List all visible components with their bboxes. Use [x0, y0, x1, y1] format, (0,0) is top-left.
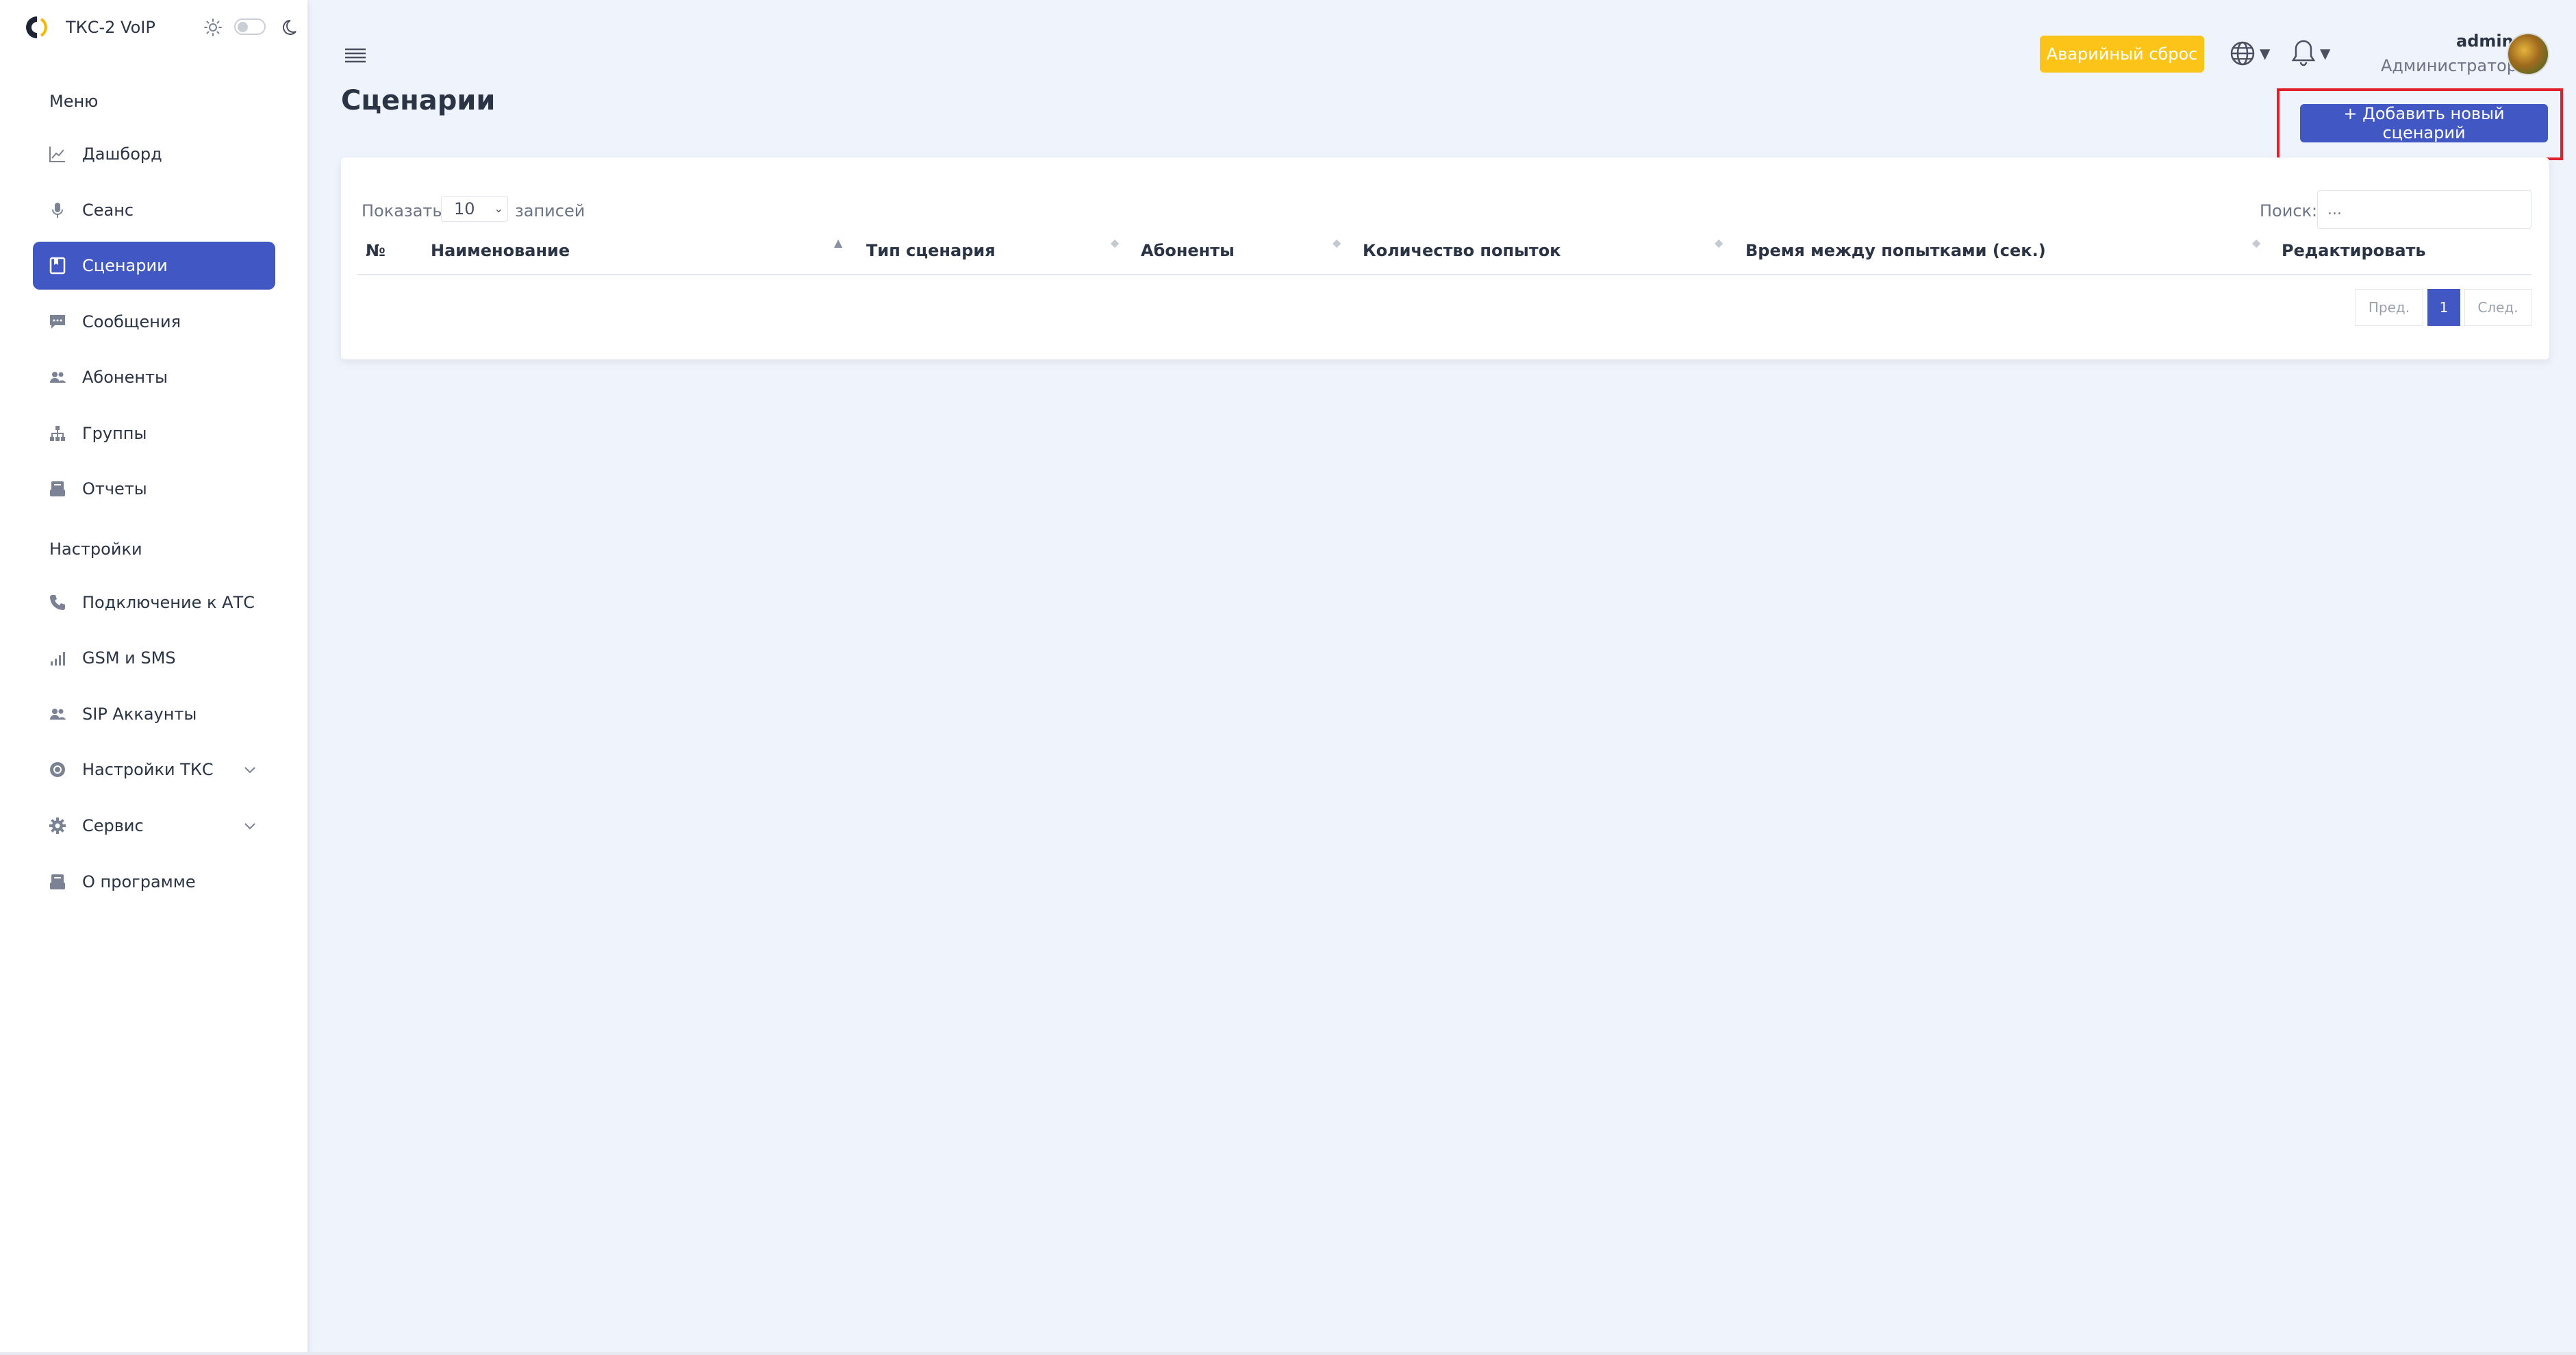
user-role: Администратор — [2381, 56, 2518, 75]
sort-icon[interactable]: ▲ — [834, 238, 842, 249]
page-bottom-border — [0, 1352, 2576, 1355]
show-entries-label: Показать — [362, 201, 442, 220]
sidebar-item-service[interactable]: Сервис — [33, 802, 275, 850]
column-header-scenario-type[interactable]: Тип сценария — [866, 241, 996, 260]
sort-icon[interactable]: ◆ — [1111, 238, 1119, 249]
sidebar-item-session[interactable]: Сеанс — [33, 186, 275, 234]
sidebar-item-label: Сообщения — [82, 312, 181, 331]
user-name[interactable]: admin — [2456, 31, 2514, 51]
sidebar-item-groups[interactable]: Группы — [33, 409, 275, 457]
sidebar-item-label: Группы — [82, 424, 147, 443]
sidebar-item-label: Сценарии — [82, 256, 168, 275]
message-icon — [48, 312, 67, 331]
sidebar-item-label: Абоненты — [82, 368, 168, 387]
gear-icon — [48, 816, 67, 835]
hamburger-menu-icon[interactable] — [344, 45, 367, 66]
scenarios-table-card: Показать 10 ⌄ записей Поиск: № Наименова… — [341, 157, 2549, 359]
phone-icon — [48, 593, 67, 612]
pagination-next-button[interactable]: След. — [2464, 289, 2531, 326]
column-header-attempts[interactable]: Количество попыток — [1363, 241, 1561, 260]
sidebar-item-tks-settings[interactable]: Настройки ТКС — [33, 746, 275, 794]
sidebar-item-label: Настройки ТКС — [82, 760, 214, 779]
language-caret-icon[interactable]: ▼ — [2260, 45, 2270, 62]
sidebar-item-pbx-connection[interactable]: Подключение к АТС — [33, 579, 275, 626]
menu-section-label: Меню — [49, 92, 99, 111]
emergency-reset-button[interactable]: Аварийный сброс — [2040, 36, 2204, 73]
search-input[interactable] — [2317, 190, 2531, 229]
sidebar-item-scenarios[interactable]: Сценарии — [33, 242, 275, 290]
column-header-edit[interactable]: Редактировать — [2282, 241, 2426, 260]
notifications-caret-icon[interactable]: ▼ — [2320, 45, 2330, 62]
chevron-down-icon[interactable] — [242, 818, 257, 833]
sidebar-item-label: Подключение к АТС — [82, 593, 255, 612]
table-header-divider — [357, 274, 2531, 275]
info-icon — [48, 872, 67, 891]
chevron-down-icon: ⌄ — [494, 202, 503, 215]
sidebar-item-gsm-sms[interactable]: GSM и SMS — [33, 634, 275, 682]
page-size-value: 10 — [454, 199, 475, 218]
add-scenario-button[interactable]: + Добавить новый сценарий — [2300, 104, 2548, 142]
hierarchy-icon — [48, 424, 67, 443]
settings-circle-icon — [48, 760, 67, 779]
sidebar-item-sip-accounts[interactable]: SIP Аккаунты — [33, 690, 275, 738]
moon-icon[interactable] — [282, 18, 301, 37]
column-header-name[interactable]: Наименование — [431, 241, 570, 260]
page-title: Сценарии — [341, 85, 496, 116]
microphone-icon — [48, 201, 67, 220]
entries-label: записей — [515, 201, 585, 220]
sidebar-item-label: GSM и SMS — [82, 648, 176, 668]
sort-icon[interactable]: ◆ — [1715, 238, 1723, 249]
sidebar-item-label: Дашборд — [82, 144, 162, 164]
brand-name: ТКС-2 VoIP — [66, 18, 155, 37]
sort-icon[interactable]: ◆ — [1333, 238, 1341, 249]
column-header-number[interactable]: № — [366, 241, 386, 260]
pagination-page-1[interactable]: 1 — [2427, 289, 2460, 326]
sidebar-item-label: Сеанс — [82, 201, 134, 220]
settings-section-label: Настройки — [49, 540, 142, 559]
sidebar-item-reports[interactable]: Отчеты — [33, 465, 275, 513]
search-label: Поиск: — [2260, 201, 2318, 220]
report-icon — [48, 479, 67, 498]
bookmark-icon — [48, 256, 67, 275]
users-icon — [48, 368, 67, 387]
pagination-prev-button[interactable]: Пред. — [2355, 289, 2423, 326]
avatar[interactable] — [2507, 33, 2549, 75]
signal-icon — [48, 648, 67, 668]
chevron-down-icon[interactable] — [242, 762, 257, 777]
brand[interactable]: ТКС-2 VoIP — [23, 14, 155, 41]
sidebar: ТКС-2 VoIP Меню Дашборд Сеанс Сценарии С… — [0, 0, 307, 1355]
globe-icon[interactable] — [2229, 40, 2256, 67]
page-size-select[interactable]: 10 ⌄ — [441, 196, 508, 222]
chart-line-icon — [48, 144, 67, 164]
theme-toggle[interactable] — [234, 18, 266, 35]
brand-logo-icon — [26, 16, 47, 38]
sidebar-item-subscribers[interactable]: Абоненты — [33, 353, 275, 401]
bell-icon[interactable] — [2290, 38, 2316, 67]
sort-icon[interactable]: ◆ — [2252, 238, 2260, 249]
sidebar-item-label: SIP Аккаунты — [82, 705, 197, 724]
column-header-interval[interactable]: Время между попытками (сек.) — [1745, 241, 2046, 260]
sidebar-item-messages[interactable]: Сообщения — [33, 298, 275, 346]
sun-icon[interactable] — [203, 18, 223, 37]
sidebar-item-about[interactable]: О программе — [33, 858, 275, 906]
users-icon — [48, 705, 67, 724]
column-header-subscribers[interactable]: Абоненты — [1141, 241, 1235, 260]
sidebar-item-label: Отчеты — [82, 479, 147, 498]
sidebar-item-dashboard[interactable]: Дашборд — [33, 130, 275, 178]
sidebar-item-label: О программе — [82, 872, 196, 891]
sidebar-item-label: Сервис — [82, 816, 144, 835]
